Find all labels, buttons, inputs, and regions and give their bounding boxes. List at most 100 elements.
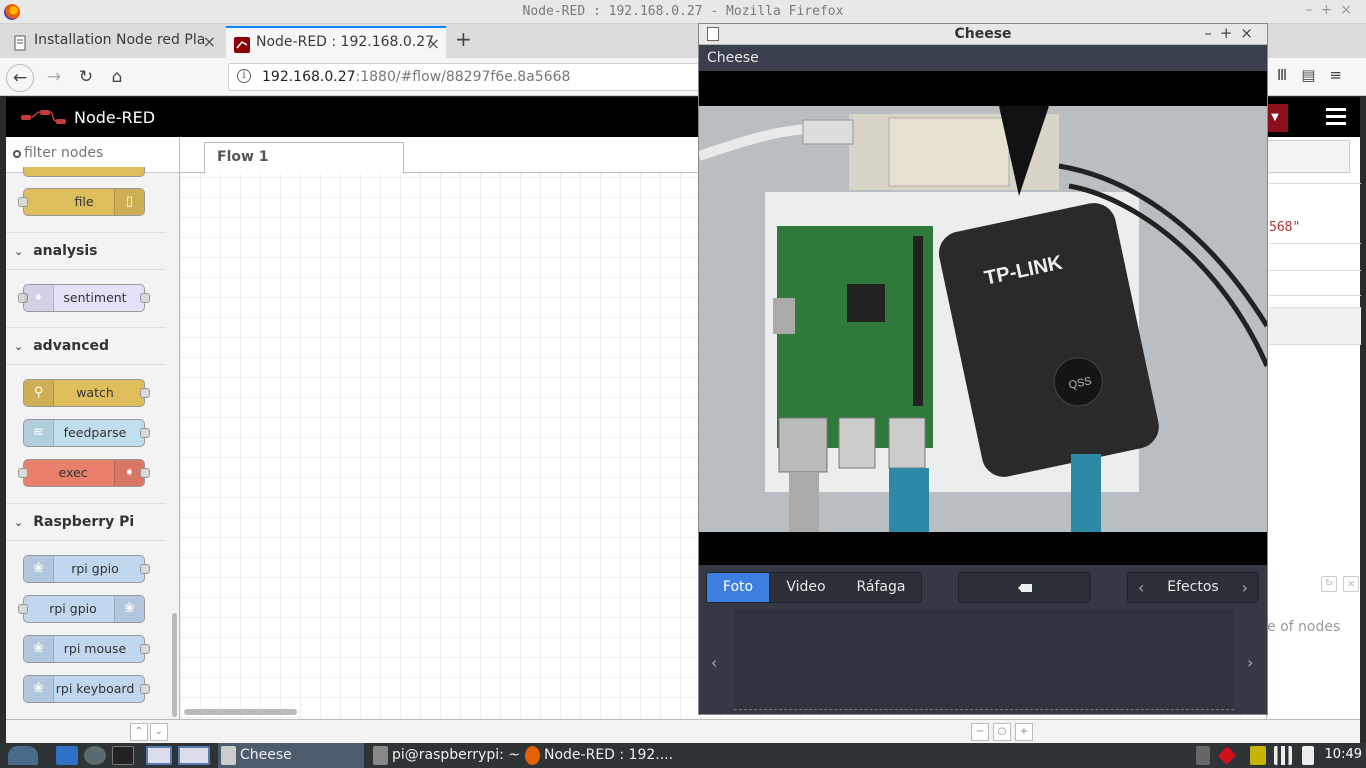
- taskbar-item-firefox[interactable]: Node-RED : 192....: [522, 743, 674, 768]
- cheese-titlebar: Cheese –+×: [699, 24, 1267, 45]
- power-icon[interactable]: [1250, 746, 1266, 765]
- node-label: rpi gpio: [49, 601, 97, 616]
- taskbar-item-label: Node-RED : 192....: [544, 747, 674, 763]
- tab-close-icon[interactable]: ×: [427, 34, 440, 53]
- library-icon[interactable]: Ⅲ: [1277, 66, 1301, 84]
- palette-node-watch[interactable]: ⚲ watch: [23, 379, 150, 407]
- tab-close-icon[interactable]: ×: [203, 32, 216, 51]
- tab-flow-1[interactable]: Flow 1: [204, 142, 404, 174]
- chromium-icon[interactable]: [146, 746, 172, 765]
- thumbnails-prev-icon[interactable]: ‹: [711, 653, 717, 672]
- close-icon[interactable]: ×: [1343, 576, 1359, 592]
- palette-node-rpi-mouse[interactable]: ❀ rpi mouse: [23, 635, 150, 663]
- capture-mode-group: Foto Video Ráfaga: [706, 572, 922, 603]
- thumbnail-area[interactable]: [734, 610, 1234, 710]
- palette-node-rpi-keyboard[interactable]: ❀ rpi keyboard: [23, 675, 150, 703]
- chevron-right-icon[interactable]: ›: [1242, 578, 1248, 597]
- minimize-icon[interactable]: –: [1306, 2, 1321, 18]
- refresh-icon[interactable]: ↻: [1321, 576, 1337, 592]
- zoom-in-button[interactable]: +: [1015, 723, 1033, 741]
- effects-control[interactable]: ‹ Efectos ›: [1127, 572, 1259, 603]
- zoom-reset-button[interactable]: ○: [993, 723, 1011, 741]
- forward-button[interactable]: →: [40, 64, 68, 92]
- palette-category-advanced[interactable]: ⌄ advanced: [6, 327, 166, 365]
- minimize-icon[interactable]: –: [1204, 24, 1220, 42]
- maximize-icon[interactable]: +: [1321, 2, 1341, 18]
- browser-tab-nodered[interactable]: Node-RED : 192.168.0.27 ×: [226, 26, 446, 58]
- home-button[interactable]: ⌂: [103, 64, 131, 92]
- node-output-port: [140, 293, 150, 303]
- clipboard-icon[interactable]: [1302, 746, 1314, 765]
- node-label: file: [74, 194, 94, 209]
- usb-plug: [802, 119, 854, 145]
- taskbar-item-label: Cheese: [240, 747, 292, 763]
- system-taskbar: Cheese pi@raspberrypi: ~ Node-RED : 192.…: [0, 743, 1366, 768]
- chevron-down-icon: ⌄: [14, 516, 24, 529]
- palette-node-rpi-gpio-out[interactable]: rpi gpio ❀: [18, 595, 145, 623]
- site-info-icon[interactable]: i: [237, 69, 251, 83]
- firefox-window-controls[interactable]: –+×: [1306, 2, 1360, 18]
- node-label: rpi gpio: [71, 561, 119, 576]
- cheese-headerbar: Cheese: [699, 45, 1267, 71]
- take-photo-button[interactable]: [958, 572, 1091, 603]
- palette-node-feedparse[interactable]: ≋ feedparse: [23, 419, 150, 447]
- taskbar-item-cheese[interactable]: Cheese: [218, 743, 364, 768]
- palette-scrollbar[interactable]: [172, 613, 177, 717]
- close-icon[interactable]: ×: [1240, 24, 1261, 42]
- filter-nodes-input[interactable]: [24, 145, 174, 161]
- expand-all-icon[interactable]: ⌄: [150, 723, 168, 741]
- cheese-window-icon: [221, 746, 236, 765]
- sidebar-section: [1267, 307, 1361, 345]
- sidebar-tab[interactable]: [1267, 140, 1350, 173]
- sidebar-toggle-icon[interactable]: ▤: [1301, 66, 1329, 84]
- new-tab-button[interactable]: +: [455, 27, 472, 51]
- mail-icon[interactable]: [56, 746, 78, 765]
- workspace-horizontal-scrollbar[interactable]: [184, 709, 297, 715]
- mode-video-button[interactable]: Video: [773, 573, 839, 602]
- cheese-window-controls[interactable]: –+×: [1204, 24, 1261, 42]
- start-menu-icon[interactable]: [8, 746, 38, 765]
- mode-burst-button[interactable]: Ráfaga: [843, 573, 919, 602]
- hamburger-menu-icon[interactable]: ≡: [1329, 66, 1356, 84]
- url-bar[interactable]: i 192.168.0.27:1880/#flow/88297f6e.8a566…: [228, 63, 748, 91]
- mode-photo-button[interactable]: Foto: [707, 573, 769, 602]
- nodered-logo-icon: [21, 110, 66, 124]
- palette-category-raspberry-pi[interactable]: ⌄ Raspberry Pi: [6, 503, 166, 541]
- palette-node-file[interactable]: file ▯: [18, 188, 145, 216]
- chevron-down-icon: ⌄: [14, 245, 24, 258]
- close-icon[interactable]: ×: [1340, 2, 1360, 18]
- category-label: analysis: [33, 243, 98, 259]
- alert-icon[interactable]: [1217, 746, 1237, 765]
- browser-tab-installation[interactable]: Installation Node red Pla ×: [4, 26, 222, 58]
- firefox-titlebar: Node-RED : 192.168.0.27 - Mozilla Firefo…: [0, 0, 1366, 24]
- taskbar-item-terminal[interactable]: pi@raspberrypi: ~: [370, 743, 520, 768]
- collapse-all-icon[interactable]: ⌃: [130, 723, 148, 741]
- url-text: 192.168.0.27:1880/#flow/88297f6e.8a5668: [262, 69, 571, 85]
- camera-preview: TP-LINK QSS: [699, 106, 1267, 532]
- volume-icon[interactable]: [1196, 746, 1210, 765]
- terminal-icon[interactable]: [112, 746, 134, 765]
- palette-node-partial[interactable]: [23, 167, 145, 177]
- nodered-menu-icon[interactable]: [1326, 108, 1346, 126]
- network-signal-icon[interactable]: [1274, 746, 1292, 765]
- palette-node-exec[interactable]: exec ➧: [18, 459, 150, 487]
- sidebar-flow-id-fragment: 568": [1269, 220, 1301, 235]
- thumbnails-next-icon[interactable]: ›: [1247, 653, 1253, 672]
- effects-label: Efectos: [1167, 579, 1219, 595]
- globe-icon[interactable]: [84, 746, 106, 765]
- palette-node-sentiment[interactable]: ➧ sentiment: [18, 284, 150, 312]
- soc-chip: [847, 284, 885, 322]
- node-label: exec: [58, 465, 88, 480]
- palette-category-analysis[interactable]: ⌄ analysis: [6, 232, 166, 270]
- taskbar-clock[interactable]: 10:49: [1325, 747, 1362, 762]
- zoom-out-button[interactable]: −: [971, 723, 989, 741]
- reload-button[interactable]: ↻: [72, 64, 100, 92]
- firefox-launcher-icon[interactable]: [178, 746, 210, 765]
- cheese-window-title: Cheese: [954, 26, 1012, 42]
- palette-node-rpi-gpio-in[interactable]: ❀ rpi gpio: [23, 555, 150, 583]
- sidebar-row: [1267, 295, 1361, 296]
- raspberry-icon: ❀: [24, 636, 54, 662]
- back-button[interactable]: ←: [6, 64, 34, 92]
- maximize-icon[interactable]: +: [1220, 24, 1241, 42]
- nodered-title: Node-RED: [74, 108, 156, 127]
